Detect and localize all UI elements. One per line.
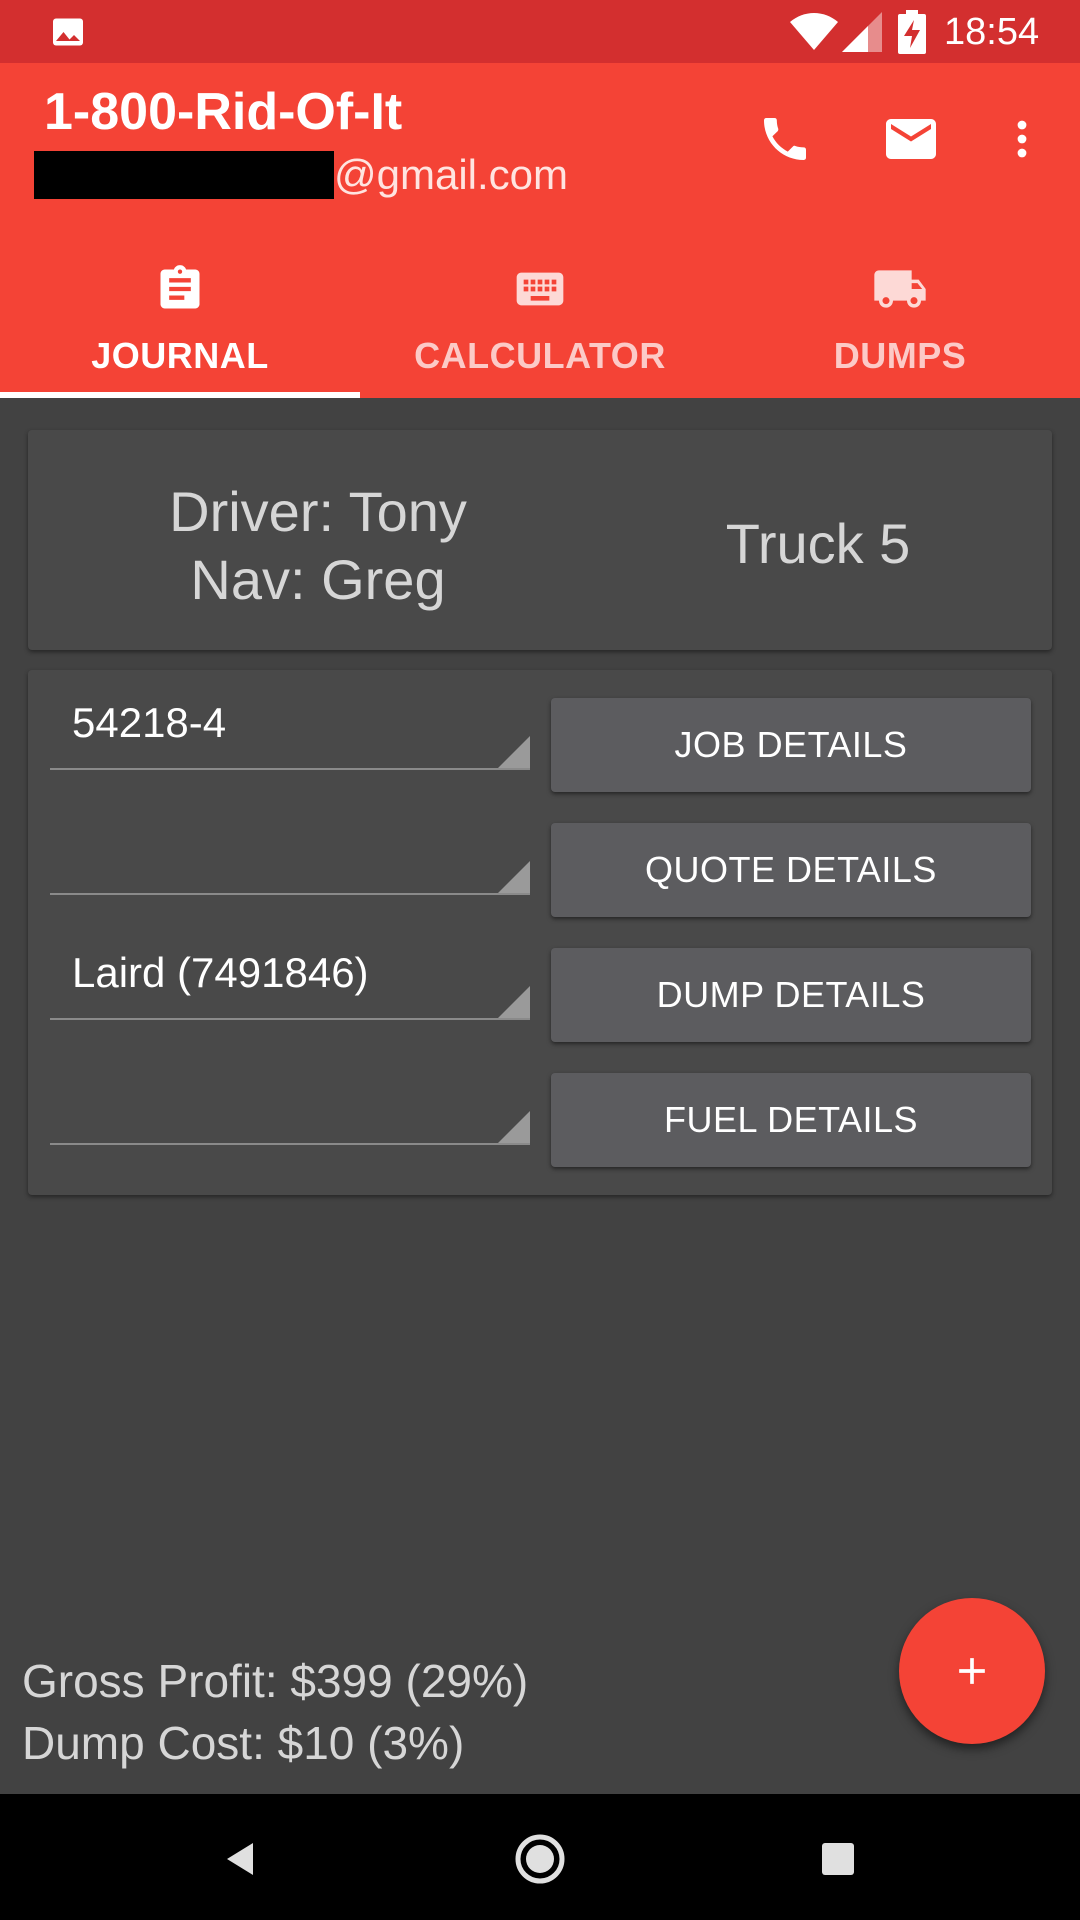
fuel-spinner[interactable]: [50, 1045, 530, 1145]
crew-card: Driver: Tony Nav: Greg Truck 5: [28, 430, 1052, 650]
battery-charging-icon: [898, 10, 926, 59]
home-icon: [515, 1834, 565, 1884]
tab-indicator: [0, 392, 360, 398]
profit-summary: Gross Profit: $399 (29%) Dump Cost: $10 …: [22, 1650, 528, 1774]
more-vert-icon: [1017, 120, 1027, 158]
crew-info: Driver: Tony Nav: Greg: [98, 478, 538, 614]
overflow-menu-button[interactable]: [986, 103, 1058, 175]
status-bar: 18:54: [0, 0, 1080, 63]
tab-label: CALCULATOR: [414, 335, 666, 376]
tab-label: DUMPS: [833, 335, 967, 376]
plus-icon: [959, 1658, 985, 1684]
dropdown-arrow-icon: [498, 1111, 530, 1143]
truck-label: Truck 5: [725, 512, 911, 575]
quote-details-button[interactable]: QUOTE DETAILS: [551, 823, 1031, 917]
dropdown-arrow-icon: [498, 736, 530, 768]
clipboard-icon: [154, 261, 206, 317]
dump-details-button[interactable]: DUMP DETAILS: [551, 948, 1031, 1042]
email-button[interactable]: [875, 103, 947, 175]
redacted-block: [34, 151, 334, 199]
back-icon: [227, 1843, 253, 1875]
job-card: 54218-4 Laird (7491846) JOB DETAILS QUOT…: [28, 670, 1052, 1195]
nav-home-button[interactable]: [505, 1824, 575, 1894]
keyboard-icon: [510, 261, 570, 317]
add-fab-button[interactable]: [899, 1598, 1045, 1744]
dropdown-arrow-icon: [498, 986, 530, 1018]
job-details-button[interactable]: JOB DETAILS: [551, 698, 1031, 792]
tab-dumps[interactable]: DUMPS: [720, 233, 1080, 398]
dump-cost-label: Dump Cost: $10 (3%): [22, 1717, 465, 1769]
email-domain: @gmail.com: [334, 151, 569, 198]
gross-profit-label: Gross Profit: $399 (29%): [22, 1655, 529, 1707]
tab-calculator[interactable]: CALCULATOR: [360, 233, 720, 398]
driver-label: Driver: Tony: [169, 480, 467, 543]
gallery-icon: [50, 14, 86, 55]
nav-back-button[interactable]: [206, 1824, 276, 1894]
phone-button[interactable]: [749, 103, 821, 175]
recents-icon: [822, 1843, 854, 1875]
wifi-icon: [790, 12, 838, 57]
dump-spinner[interactable]: Laird (7491846): [50, 920, 530, 1020]
app-title: 1-800-Rid-Of-It: [44, 83, 403, 141]
mail-icon: [886, 119, 936, 159]
spinner-value: Laird (7491846): [72, 949, 369, 996]
nav-label: Nav: Greg: [190, 548, 446, 611]
job-number-spinner[interactable]: 54218-4: [50, 670, 530, 770]
fuel-details-button[interactable]: FUEL DETAILS: [551, 1073, 1031, 1167]
status-clock: 18:54: [944, 11, 1040, 53]
tab-label: JOURNAL: [91, 335, 269, 376]
phone-icon: [764, 118, 806, 160]
truck-icon: [869, 261, 931, 317]
system-nav-bar: [0, 1794, 1080, 1920]
signal-icon: [842, 12, 882, 57]
tab-bar: JOURNAL CALCULATOR DUMPS: [0, 233, 1080, 398]
dropdown-arrow-icon: [498, 861, 530, 893]
app-bar: 1-800-Rid-Of-It @gmail.com JOURNAL CALCU…: [0, 63, 1080, 398]
tab-journal[interactable]: JOURNAL: [0, 233, 360, 398]
account-email: @gmail.com: [34, 149, 568, 201]
spinner-value: 54218-4: [72, 699, 227, 746]
nav-recents-button[interactable]: [803, 1824, 873, 1894]
quote-spinner[interactable]: [50, 795, 530, 895]
